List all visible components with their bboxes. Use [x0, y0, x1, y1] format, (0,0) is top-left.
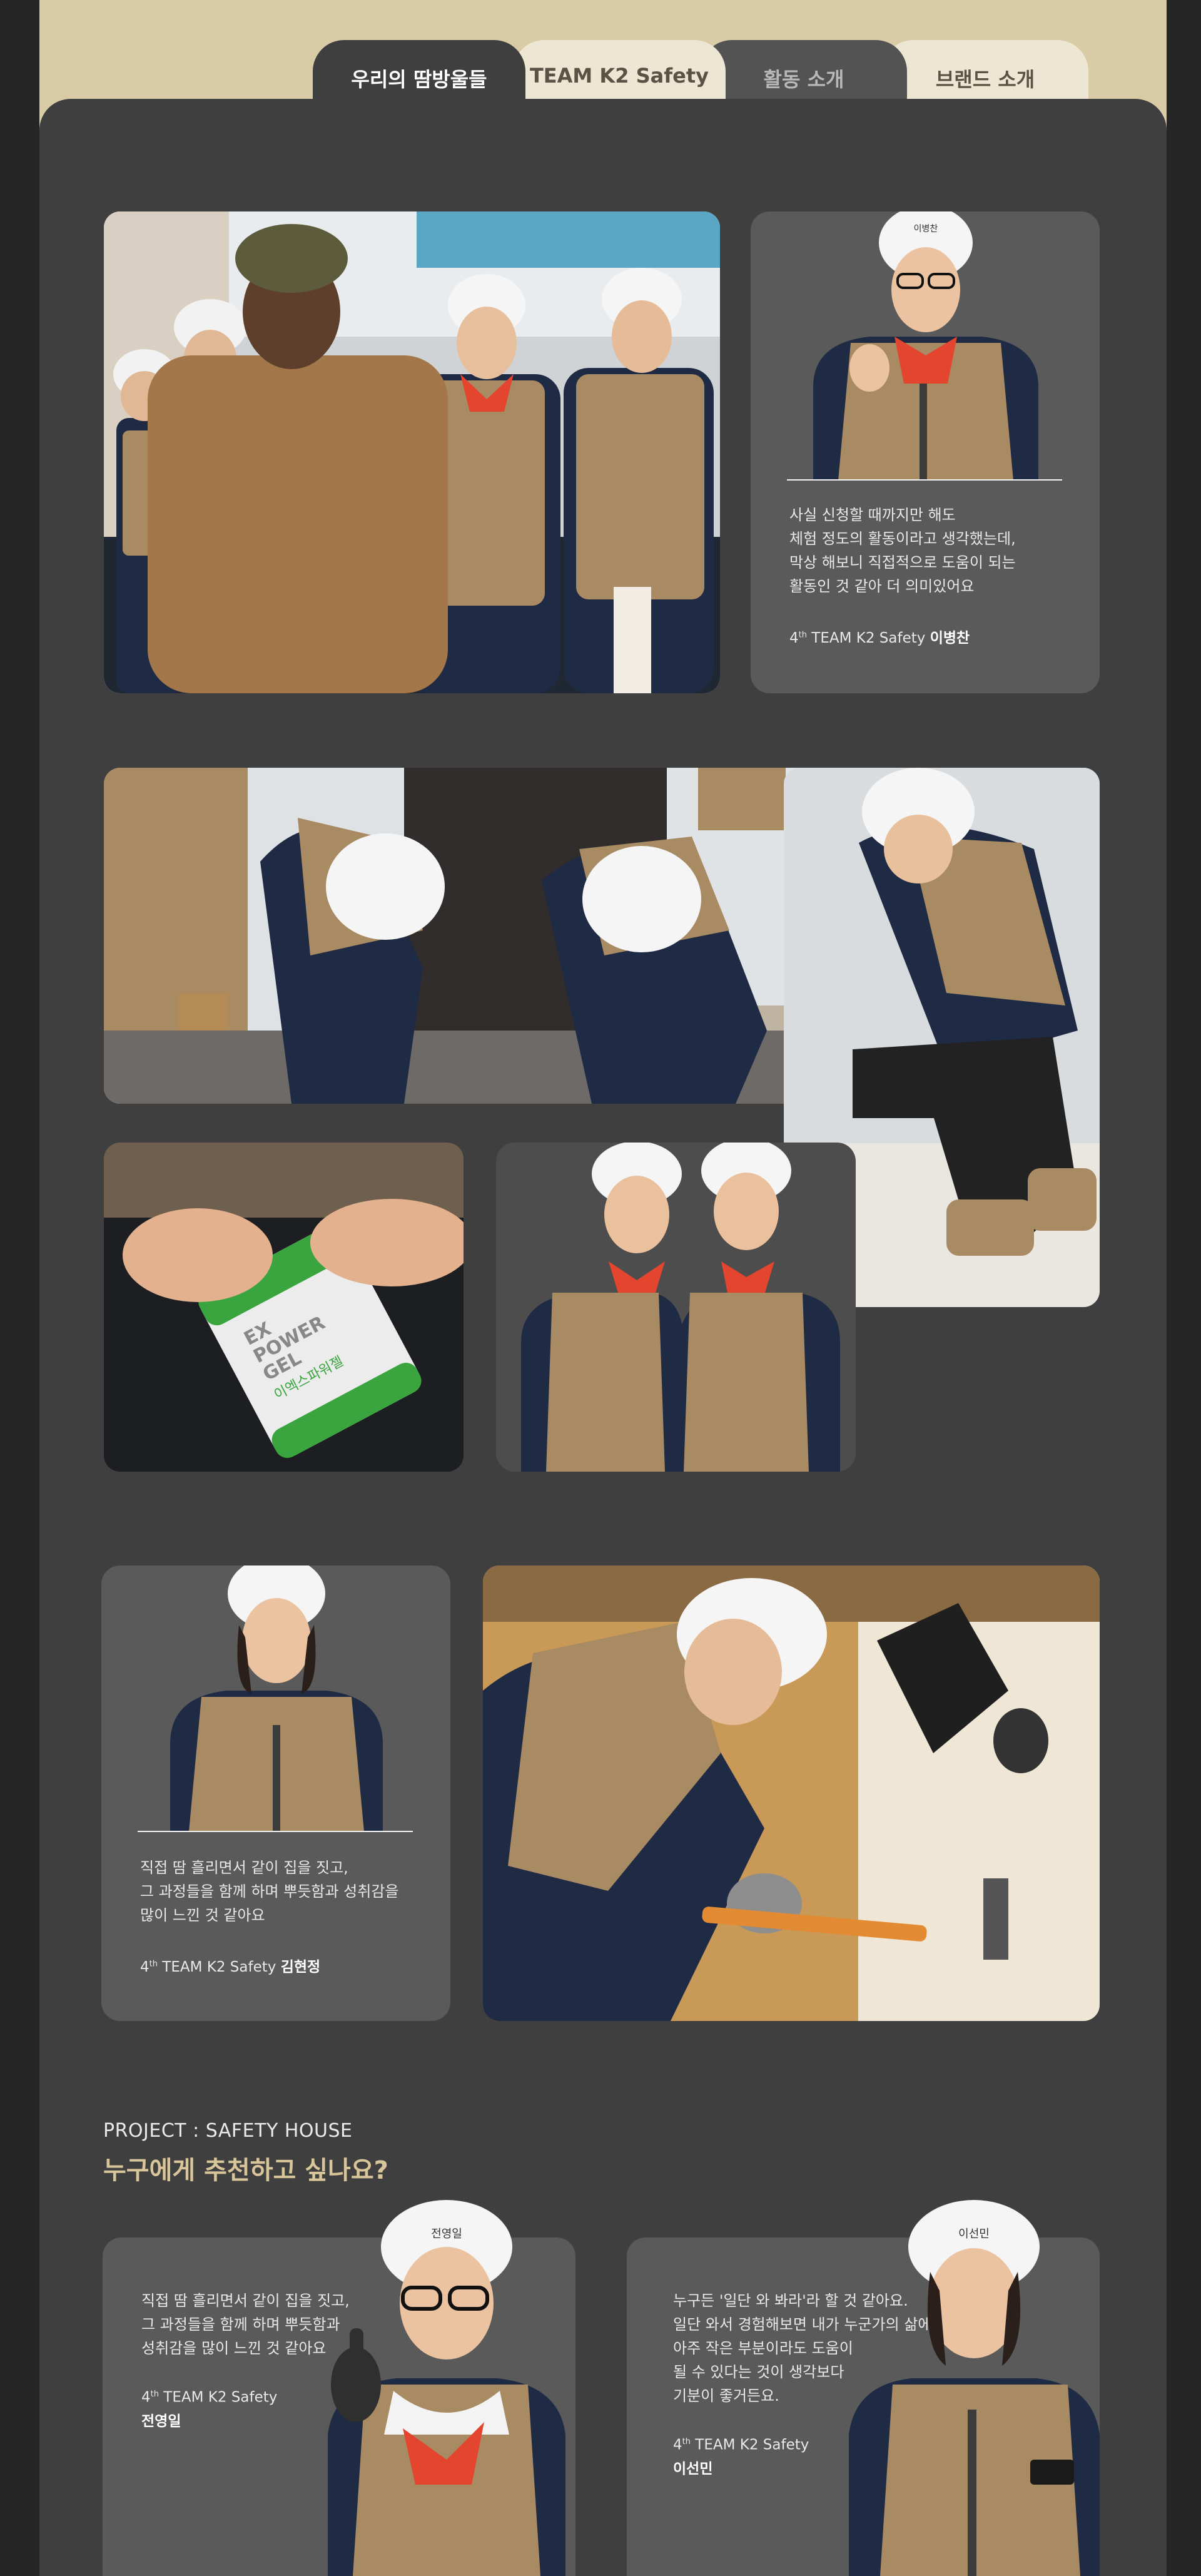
- testimonial-card-kim: 직접 땀 흘리면서 같이 집을 짓고, 그 과정들을 함께 하며 뿌듯함과 성취…: [101, 1565, 450, 2021]
- recommend-card-jeon: 직접 땀 흘리면서 같이 집을 짓고, 그 과정들을 함께 하며 뿌듯함과 성취…: [103, 2200, 575, 2576]
- helmet-name-tag: 전영일: [431, 2227, 462, 2241]
- testimonial-signature: 4th TEAM K2 Safety 이병찬: [789, 630, 970, 646]
- photo-group-briefing: [104, 211, 720, 693]
- photo-ex-power-gel: EX POWER GEL 이엑스파워젤: [104, 1143, 464, 1472]
- testimonial-quote: 직접 땀 흘리면서 같이 집을 짓고, 그 과정들을 함께 하며 뿌듯함과 성취…: [140, 1859, 399, 1924]
- section-title: 누구에게 추천하고 싶나요?: [103, 2156, 388, 2185]
- recommend-card-lee: 누구든 '일단 와 봐라'라 할 것 같아요. 일단 와서 경험해보면 내가 누…: [627, 2200, 1100, 2576]
- photo-worker-with-hammer: [483, 1565, 1100, 2021]
- project-label: PROJECT : SAFETY HOUSE: [103, 2120, 353, 2142]
- portrait-kim: [170, 1565, 383, 1831]
- recommend-signature: 4th TEAM K2 Safety 이선민: [673, 2436, 809, 2477]
- divider: [787, 479, 1062, 481]
- testimonial-card-lee: 이병찬 사실 신청할 때까지만 해도 체험 정도의 활동이라고 생각했는데, 막…: [751, 211, 1100, 693]
- testimonial-quote: 사실 신청할 때까지만 해도 체험 정도의 활동이라고 생각했는데, 막상 해보…: [789, 506, 1016, 595]
- tab-label: TEAM K2 Safety: [529, 64, 709, 88]
- tab-label: 활동 소개: [763, 68, 844, 91]
- testimonial-signature: 4th TEAM K2 Safety 김현정: [140, 1959, 321, 1975]
- portrait-lee: 이병찬: [813, 211, 1038, 481]
- tab-label: 우리의 땀방울들: [351, 68, 487, 91]
- tab-label: 브랜드 소개: [935, 68, 1035, 91]
- portrait-jeon: 전영일: [328, 2200, 565, 2576]
- helmet-name-tag: 이병찬: [914, 224, 938, 234]
- helmet-name-tag: 이선민: [958, 2227, 990, 2241]
- recommend-signature: 4th TEAM K2 Safety 전영일: [141, 2389, 278, 2430]
- portrait-lee-sunmin: 이선민: [849, 2200, 1100, 2576]
- photo-two-workers: [496, 1143, 856, 1472]
- tab-bar: 브랜드 소개 활동 소개 TEAM K2 Safety 우리의 땀방울들: [0, 40, 1201, 109]
- divider: [138, 1831, 413, 1832]
